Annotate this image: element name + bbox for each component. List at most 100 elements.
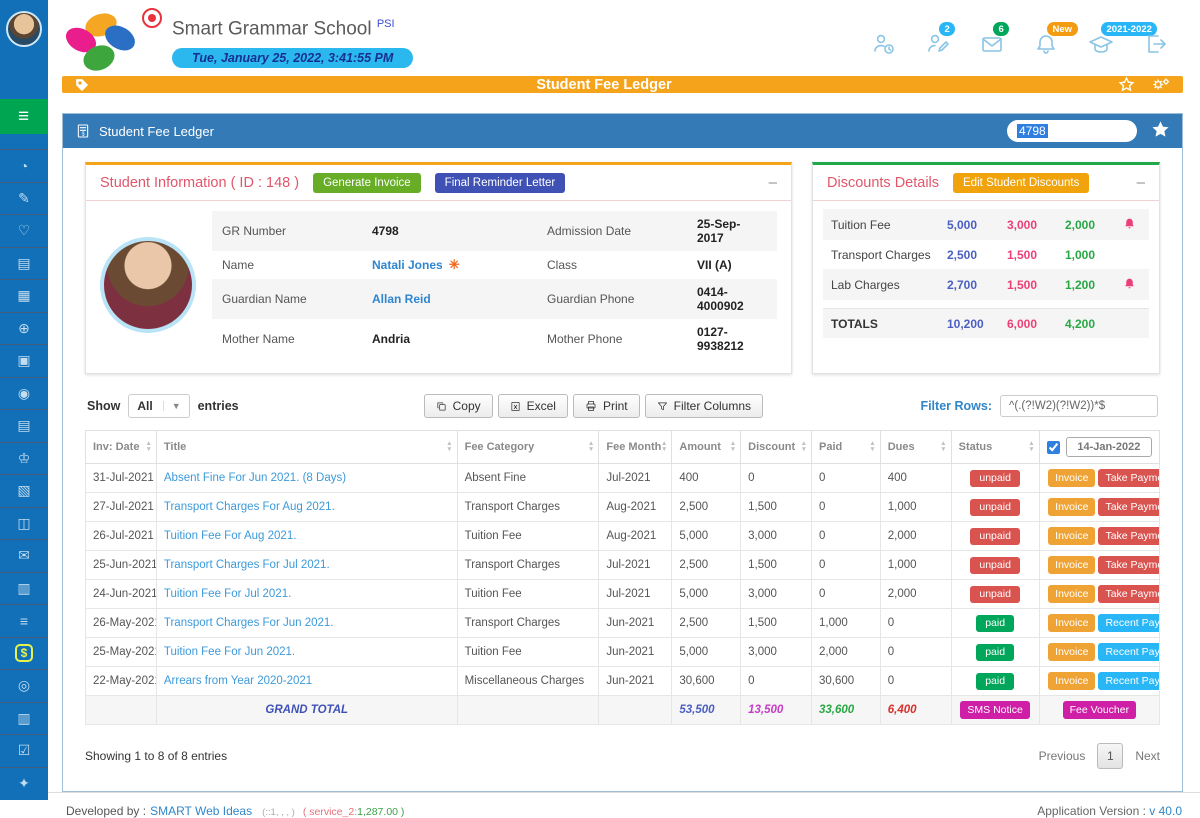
- user-edit-icon[interactable]: 2: [926, 32, 950, 56]
- column-header-status[interactable]: Status▲▼: [951, 431, 1039, 464]
- column-header-title[interactable]: Title▲▼: [156, 431, 457, 464]
- take-payment-button[interactable]: Take Payment: [1098, 469, 1159, 487]
- cell-title[interactable]: Tuition Fee For Jun 2021.: [156, 638, 457, 667]
- column-header-fee-category[interactable]: Fee Category▲▼: [457, 431, 599, 464]
- user-avatar[interactable]: [6, 11, 42, 47]
- notifications-bell-icon[interactable]: New: [1034, 32, 1058, 56]
- print-button[interactable]: Print: [573, 394, 640, 418]
- school-suffix: PSI: [377, 18, 395, 30]
- final-reminder-letter-button[interactable]: Final Reminder Letter: [435, 173, 566, 193]
- take-payment-button[interactable]: Take Payment: [1098, 585, 1159, 603]
- bookmark-star-icon[interactable]: [1151, 120, 1170, 142]
- filter-rows-input[interactable]: [1000, 395, 1158, 417]
- fee-voucher-button[interactable]: Fee Voucher: [1063, 701, 1137, 719]
- sidebar-item-dashboard[interactable]: ◔: [0, 149, 48, 182]
- reminder-bell-icon[interactable]: [1123, 217, 1141, 233]
- column-header-amount[interactable]: Amount▲▼: [672, 431, 741, 464]
- sidebar-item-tasks[interactable]: ☑: [0, 734, 48, 767]
- tag-icon[interactable]: [74, 77, 90, 93]
- column-header-paid[interactable]: Paid▲▼: [812, 431, 881, 464]
- invoice-button[interactable]: Invoice: [1048, 614, 1095, 632]
- settings-gears-icon[interactable]: [1151, 76, 1171, 93]
- sidebar-item-library[interactable]: ≡: [0, 604, 48, 637]
- cell-title[interactable]: Tuition Fee For Aug 2021.: [156, 522, 457, 551]
- recent-payment-button[interactable]: Recent Payment: [1098, 643, 1159, 661]
- filter-columns-button[interactable]: Filter Columns: [645, 394, 763, 418]
- sidebar-item-student[interactable]: ◉: [0, 377, 48, 410]
- reminder-bell-icon[interactable]: [1123, 277, 1141, 293]
- current-page-button[interactable]: 1: [1097, 743, 1123, 769]
- sidebar-item-building[interactable]: ▥: [0, 572, 48, 605]
- cell-title[interactable]: Tuition Fee For Jul 2021.: [156, 580, 457, 609]
- cell-title[interactable]: Arrears from Year 2020-2021: [156, 667, 457, 696]
- sms-notice-button[interactable]: SMS Notice: [960, 701, 1029, 719]
- invoice-button[interactable]: Invoice: [1048, 527, 1095, 545]
- invoice-button[interactable]: Invoice: [1048, 498, 1095, 516]
- sidebar-item-gallery[interactable]: ▧: [0, 474, 48, 507]
- sidebar-item-health-card[interactable]: ▥: [0, 702, 48, 735]
- cell-actions: InvoiceTake Payment: [1039, 522, 1159, 551]
- sidebar-item-staff[interactable]: ♔: [0, 442, 48, 475]
- sidebar-item-fee-ledger[interactable]: $: [0, 637, 48, 670]
- sidebar-item-globe[interactable]: ⊕: [0, 312, 48, 345]
- collapse-student-panel-icon[interactable]: –: [769, 178, 777, 188]
- column-header-dues[interactable]: Dues▲▼: [880, 431, 951, 464]
- cell-title[interactable]: Transport Charges For Aug 2021.: [156, 493, 457, 522]
- sidebar-item-attendance[interactable]: ▤: [0, 409, 48, 442]
- cell-title[interactable]: Absent Fine For Jun 2021. (8 Days): [156, 464, 457, 493]
- field-label: Name: [222, 258, 372, 272]
- previous-page-button[interactable]: Previous: [1039, 749, 1086, 763]
- sidebar-item-student-edit[interactable]: ✎: [0, 182, 48, 215]
- recent-payment-button[interactable]: Recent Payment: [1098, 614, 1159, 632]
- invoice-button[interactable]: Invoice: [1048, 643, 1095, 661]
- sidebar-item-classroom[interactable]: ◫: [0, 507, 48, 540]
- status-badge: unpaid: [970, 470, 1020, 487]
- take-payment-button[interactable]: Take Payment: [1098, 498, 1159, 516]
- copy-button[interactable]: Copy: [424, 394, 493, 418]
- sidebar-item-id-card[interactable]: ▦: [0, 279, 48, 312]
- take-payment-button[interactable]: Take Payment: [1098, 527, 1159, 545]
- sidebar-item-network[interactable]: ◎: [0, 669, 48, 702]
- sidebar-item-health[interactable]: ♡: [0, 214, 48, 247]
- field-value[interactable]: Natali Jones✳: [372, 257, 547, 273]
- page-size-select[interactable]: All▼: [128, 394, 189, 418]
- sort-icons: ▲▼: [145, 441, 151, 453]
- cell-title[interactable]: Transport Charges For Jul 2021.: [156, 551, 457, 580]
- next-page-button[interactable]: Next: [1135, 749, 1160, 763]
- user-clock-icon[interactable]: [872, 32, 896, 56]
- column-header-inv-date[interactable]: Inv: Date▲▼: [86, 431, 157, 464]
- sparkle-icon[interactable]: ✳: [449, 257, 460, 272]
- hamburger-menu-button[interactable]: ≡: [0, 99, 48, 134]
- invoice-date-filter[interactable]: 14-Jan-2022: [1066, 437, 1152, 457]
- favorite-star-icon[interactable]: [1118, 76, 1135, 93]
- network-icon: ◎: [18, 677, 30, 694]
- generate-invoice-button[interactable]: Generate Invoice: [313, 173, 421, 193]
- sidebar-item-mail-money[interactable]: ✉: [0, 539, 48, 572]
- invoice-button[interactable]: Invoice: [1048, 556, 1095, 574]
- student-search-input[interactable]: 4798: [1007, 120, 1137, 142]
- funnel-icon: [657, 401, 668, 412]
- take-payment-button[interactable]: Take Payment: [1098, 556, 1159, 574]
- excel-button[interactable]: Excel: [498, 394, 568, 418]
- messages-icon[interactable]: 6: [980, 32, 1004, 56]
- sidebar-item-clipboard[interactable]: ▣: [0, 344, 48, 377]
- company-link[interactable]: SMART Web Ideas: [150, 804, 252, 818]
- invoice-button[interactable]: Invoice: [1048, 672, 1095, 690]
- logout-icon[interactable]: [1144, 32, 1168, 56]
- status-badge: unpaid: [970, 586, 1020, 603]
- field-value[interactable]: Allan Reid: [372, 292, 547, 306]
- table-header-row: Inv: Date▲▼Title▲▼Fee Category▲▼Fee Mont…: [86, 431, 1160, 464]
- sidebar-item-fee-card[interactable]: ▤: [0, 247, 48, 280]
- app-version: Application Version : v 40.0: [1037, 804, 1182, 818]
- date-filter-checkbox[interactable]: [1047, 441, 1060, 454]
- invoice-button[interactable]: Invoice: [1048, 585, 1095, 603]
- recent-payment-button[interactable]: Recent Payment: [1098, 672, 1159, 690]
- academic-session-icon[interactable]: 2021-2022: [1088, 32, 1114, 56]
- collapse-discounts-panel-icon[interactable]: –: [1137, 178, 1145, 188]
- column-header-discount[interactable]: Discount▲▼: [741, 431, 812, 464]
- cell-title[interactable]: Transport Charges For Jun 2021.: [156, 609, 457, 638]
- sidebar-item-graduation[interactable]: ✦: [0, 767, 48, 800]
- edit-student-discounts-button[interactable]: Edit Student Discounts: [953, 173, 1089, 193]
- column-header-fee-month[interactable]: Fee Month▲▼: [599, 431, 672, 464]
- invoice-button[interactable]: Invoice: [1048, 469, 1095, 487]
